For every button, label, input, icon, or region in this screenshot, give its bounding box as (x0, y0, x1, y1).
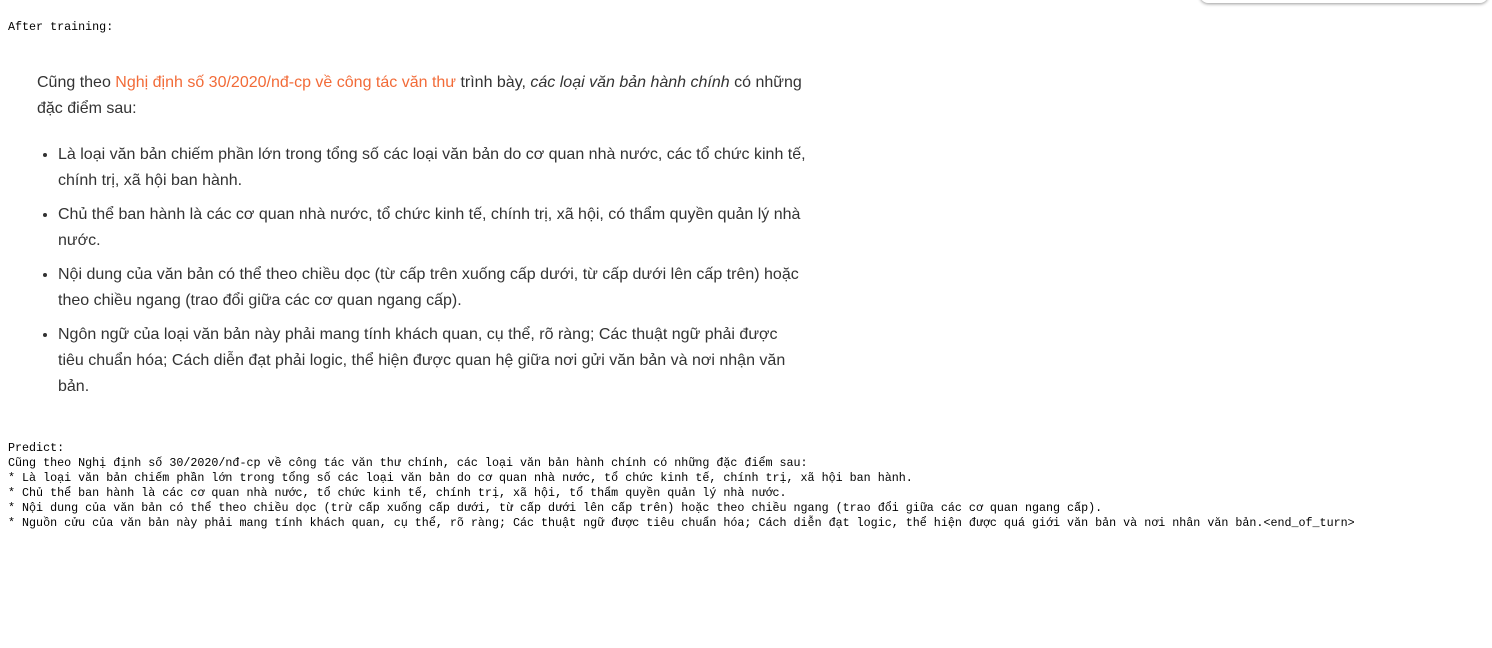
intro-prefix: Cũng theo (37, 74, 116, 91)
intro-italic: các loại văn bản hành chính (530, 74, 730, 91)
list-item: Ngôn ngữ của loại văn bản này phải mang … (58, 322, 807, 400)
after-training-label: After training: (8, 20, 114, 34)
list-item: Chủ thể ban hành là các cơ quan nhà nước… (58, 202, 807, 254)
predict-line: * Nội dung của văn bản có thể theo chiều… (8, 501, 1103, 515)
rendered-answer: Cũng theo Nghị định số 30/2020/nđ-cp về … (37, 70, 807, 408)
floating-panel-edge (1200, 0, 1488, 3)
predict-label: Predict: (8, 441, 65, 455)
predict-line: * Chủ thể ban hành là các cơ quan nhà nư… (8, 486, 787, 500)
list-item: Là loại văn bản chiếm phần lớn trong tổn… (58, 142, 807, 194)
intro-middle: trình bày, (456, 74, 531, 91)
intro-paragraph: Cũng theo Nghị định số 30/2020/nđ-cp về … (37, 70, 807, 122)
predict-block: Predict: Cũng theo Nghị định số 30/2020/n… (8, 441, 1355, 531)
characteristics-list: Là loại văn bản chiếm phần lớn trong tổn… (37, 142, 807, 400)
predict-line: * Là loại văn bản chiếm phần lớn trong t… (8, 471, 913, 485)
predict-line: Cũng theo Nghị định số 30/2020/nđ-cp về … (8, 456, 808, 470)
predict-line: * Nguồn cửu của văn bản này phải mang tí… (8, 516, 1355, 530)
list-item: Nội dung của văn bản có thể theo chiều d… (58, 262, 807, 314)
decree-link[interactable]: Nghị định số 30/2020/nđ-cp về công tác v… (115, 74, 456, 91)
